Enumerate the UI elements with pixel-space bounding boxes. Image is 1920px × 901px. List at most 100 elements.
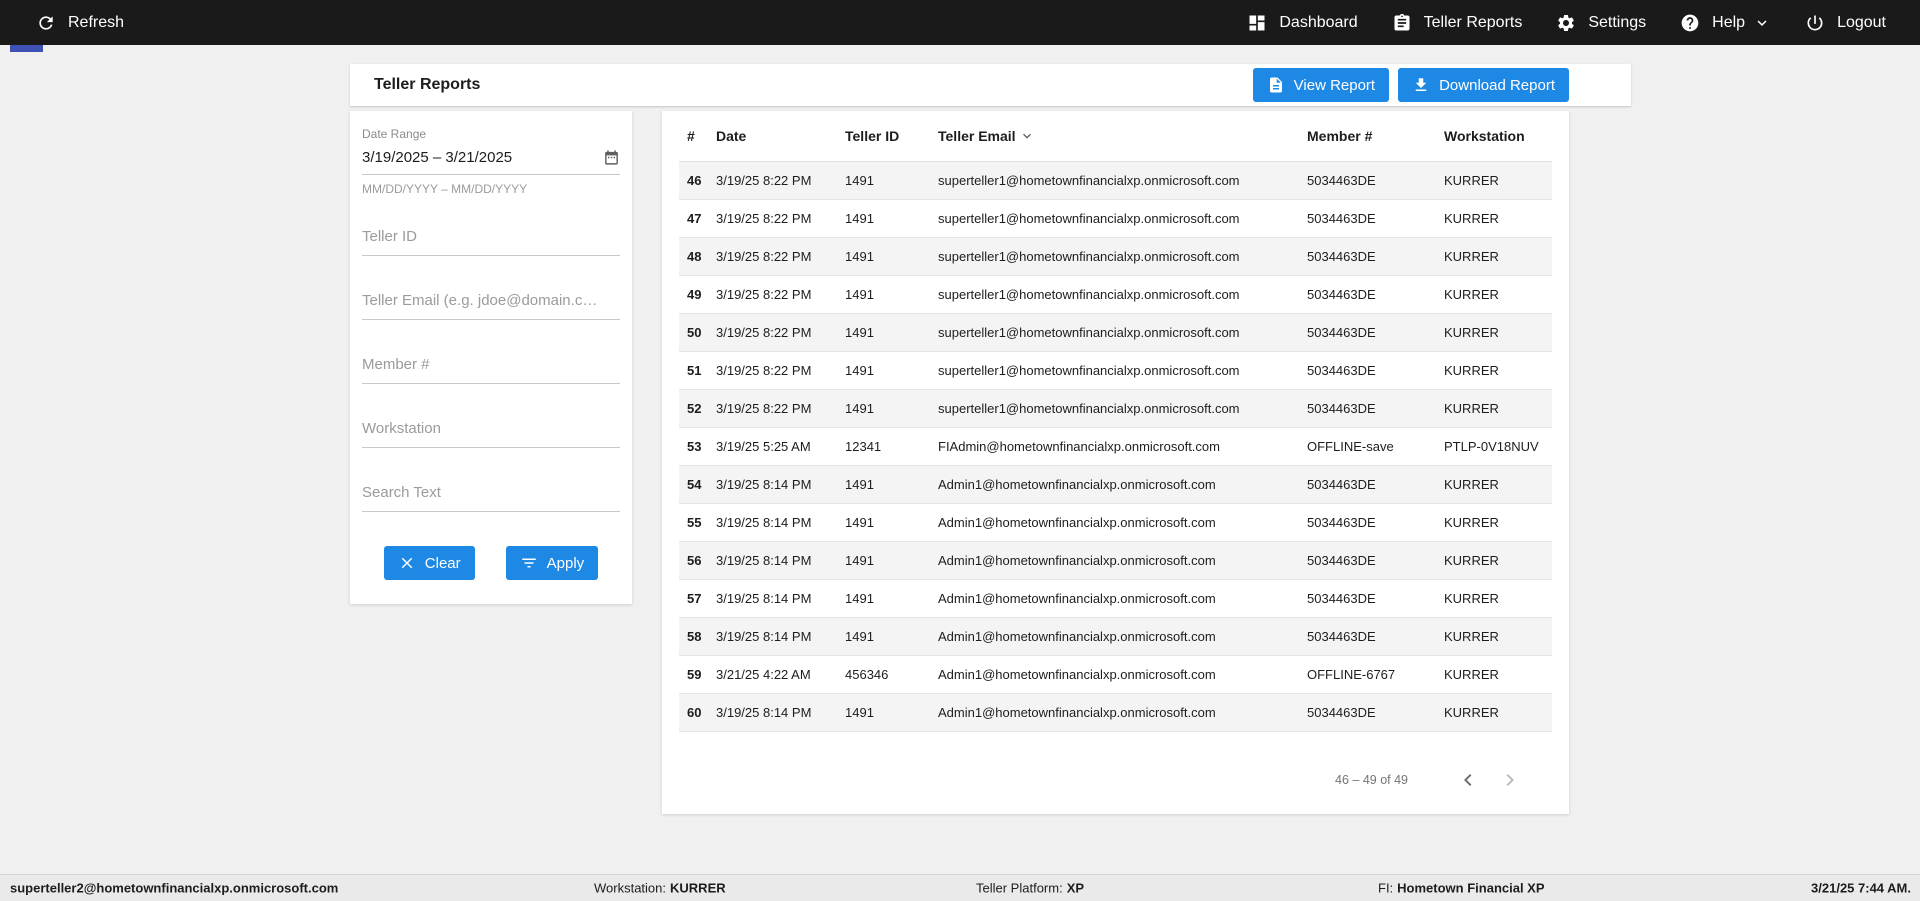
table-row[interactable]: 59 3/21/25 4:22 AM 456346 Admin1@hometow… <box>679 655 1552 694</box>
cell-date: 3/19/25 8:22 PM <box>716 161 845 200</box>
cell-workstation: KURRER <box>1444 351 1552 390</box>
table-row[interactable]: 60 3/19/25 8:14 PM 1491 Admin1@hometownf… <box>679 693 1552 732</box>
column-header-teller-email[interactable]: Teller Email <box>938 111 1307 162</box>
cell-teller-email: superteller1@hometownfinancialxp.onmicro… <box>938 199 1307 238</box>
download-report-button[interactable]: Download Report <box>1398 68 1569 102</box>
nav-logout[interactable]: Logout <box>1805 13 1886 33</box>
nav-settings[interactable]: Settings <box>1556 13 1646 33</box>
cell-teller-email: FIAdmin@hometownfinancialxp.onmicrosoft.… <box>938 427 1307 466</box>
view-report-button[interactable]: View Report <box>1252 68 1390 102</box>
statusbar-workstation: Workstation: KURRER <box>594 881 726 896</box>
main-content: Teller Reports View Report Download Repo… <box>0 45 1920 874</box>
cell-row-number: 46 <box>679 161 716 200</box>
close-icon <box>401 557 413 569</box>
sort-descending-icon <box>1022 133 1031 139</box>
cell-teller-email: superteller1@hometownfinancialxp.onmicro… <box>938 389 1307 428</box>
cell-teller-id: 1491 <box>845 465 938 504</box>
table-row[interactable]: 55 3/19/25 8:14 PM 1491 Admin1@hometownf… <box>679 503 1552 542</box>
previous-page-button[interactable] <box>1456 768 1480 792</box>
table-row[interactable]: 51 3/19/25 8:22 PM 1491 superteller1@hom… <box>679 351 1552 390</box>
cell-member-number: 5034463DE <box>1307 693 1444 732</box>
nav-help[interactable]: Help <box>1680 13 1771 33</box>
table-row[interactable]: 46 3/19/25 8:22 PM 1491 superteller1@hom… <box>679 161 1552 200</box>
cell-teller-email: Admin1@hometownfinancialxp.onmicrosoft.c… <box>938 503 1307 542</box>
statusbar-workstation-value: KURRER <box>670 880 726 896</box>
next-page-button[interactable] <box>1498 768 1522 792</box>
chevron-left-icon <box>1464 773 1472 786</box>
cell-member-number: OFFLINE-save <box>1307 427 1444 466</box>
table-row[interactable]: 52 3/19/25 8:22 PM 1491 superteller1@hom… <box>679 389 1552 428</box>
cell-date: 3/21/25 4:22 AM <box>716 655 845 694</box>
cell-member-number: 5034463DE <box>1307 389 1444 428</box>
clear-button[interactable]: Clear <box>383 546 475 580</box>
cell-teller-email: Admin1@hometownfinancialxp.onmicrosoft.c… <box>938 693 1307 732</box>
column-header-member[interactable]: Member # <box>1307 111 1444 162</box>
column-header-teller-id[interactable]: Teller ID <box>845 111 938 162</box>
member-number-input[interactable] <box>362 350 620 384</box>
cell-member-number: 5034463DE <box>1307 579 1444 618</box>
date-range-label: Date Range <box>362 127 427 141</box>
teller-id-input[interactable] <box>362 222 620 256</box>
cell-member-number: 5034463DE <box>1307 541 1444 580</box>
cell-member-number: 5034463DE <box>1307 275 1444 314</box>
statusbar: superteller2@hometownfinancialxp.onmicro… <box>0 874 1920 901</box>
table-row[interactable]: 54 3/19/25 8:14 PM 1491 Admin1@hometownf… <box>679 465 1552 504</box>
table-row[interactable]: 56 3/19/25 8:14 PM 1491 Admin1@hometownf… <box>679 541 1552 580</box>
content-row: Date Range 3/19/2025 – 3/21/2025 MM/DD/Y… <box>350 111 1920 814</box>
cell-workstation: KURRER <box>1444 199 1552 238</box>
table-row[interactable]: 48 3/19/25 8:22 PM 1491 superteller1@hom… <box>679 237 1552 276</box>
nav-dashboard[interactable]: Dashboard <box>1247 13 1358 33</box>
cell-workstation: PTLP-0V18NUV <box>1444 427 1552 466</box>
cell-workstation: KURRER <box>1444 161 1552 200</box>
calendar-button[interactable] <box>603 149 620 166</box>
cell-teller-email: Admin1@hometownfinancialxp.onmicrosoft.c… <box>938 465 1307 504</box>
statusbar-platform: Teller Platform: XP <box>976 881 1084 896</box>
gear-icon <box>1558 14 1575 31</box>
table-header: # Date Teller ID Teller Email Member # W… <box>679 111 1552 162</box>
cell-teller-email: Admin1@hometownfinancialxp.onmicrosoft.c… <box>938 655 1307 694</box>
chevron-down-icon <box>1757 19 1767 26</box>
pagination-range-text: 46 – 49 of 49 <box>1335 772 1408 787</box>
chevron-right-icon <box>1506 773 1514 786</box>
table-row[interactable]: 50 3/19/25 8:22 PM 1491 superteller1@hom… <box>679 313 1552 352</box>
cell-row-number: 50 <box>679 313 716 352</box>
statusbar-fi: FI: Hometown Financial XP <box>1378 881 1545 896</box>
column-header-date[interactable]: Date <box>716 111 845 162</box>
column-header-workstation[interactable]: Workstation <box>1444 111 1552 162</box>
table-row[interactable]: 49 3/19/25 8:22 PM 1491 superteller1@hom… <box>679 275 1552 314</box>
apply-button[interactable]: Apply <box>505 546 599 580</box>
cell-row-number: 56 <box>679 541 716 580</box>
cell-date: 3/19/25 8:22 PM <box>716 275 845 314</box>
table-row[interactable]: 57 3/19/25 8:14 PM 1491 Admin1@hometownf… <box>679 579 1552 618</box>
column-header-number[interactable]: # <box>679 111 716 162</box>
workstation-input[interactable] <box>362 414 620 448</box>
nav-teller-reports[interactable]: Teller Reports <box>1392 13 1522 33</box>
cell-teller-id: 1491 <box>845 541 938 580</box>
top-navigation-bar: Refresh Dashboard Teller Reports Setting… <box>0 0 1920 45</box>
nav-logout-label: Logout <box>1837 13 1886 31</box>
date-range-value[interactable]: 3/19/2025 – 3/21/2025 <box>362 149 512 166</box>
refresh-button[interactable]: Refresh <box>36 13 124 33</box>
cell-workstation: KURRER <box>1444 655 1552 694</box>
cell-teller-email: superteller1@hometownfinancialxp.onmicro… <box>938 237 1307 276</box>
table-row[interactable]: 53 3/19/25 5:25 AM 12341 FIAdmin@hometow… <box>679 427 1552 466</box>
table-row[interactable]: 58 3/19/25 8:14 PM 1491 Admin1@hometownf… <box>679 617 1552 656</box>
cell-row-number: 58 <box>679 617 716 656</box>
nav-settings-label: Settings <box>1588 13 1647 31</box>
cell-teller-id: 1491 <box>845 503 938 542</box>
search-text-input[interactable] <box>362 478 620 512</box>
statusbar-datetime: 3/21/25 7:44 AM. <box>1811 880 1911 896</box>
cell-teller-id: 1491 <box>845 161 938 200</box>
statusbar-platform-label: Teller Platform: <box>976 880 1063 896</box>
cell-row-number: 57 <box>679 579 716 618</box>
view-report-label: View Report <box>1293 76 1376 94</box>
cell-workstation: KURRER <box>1444 617 1552 656</box>
date-range-field[interactable]: 3/19/2025 – 3/21/2025 <box>362 149 620 175</box>
reports-clipboard-icon <box>1394 13 1410 31</box>
cell-date: 3/19/25 8:22 PM <box>716 199 845 238</box>
cell-teller-id: 1491 <box>845 313 938 352</box>
cell-member-number: 5034463DE <box>1307 199 1444 238</box>
table-row[interactable]: 47 3/19/25 8:22 PM 1491 superteller1@hom… <box>679 199 1552 238</box>
nav-help-label: Help <box>1712 13 1746 31</box>
teller-email-input[interactable] <box>362 286 620 320</box>
